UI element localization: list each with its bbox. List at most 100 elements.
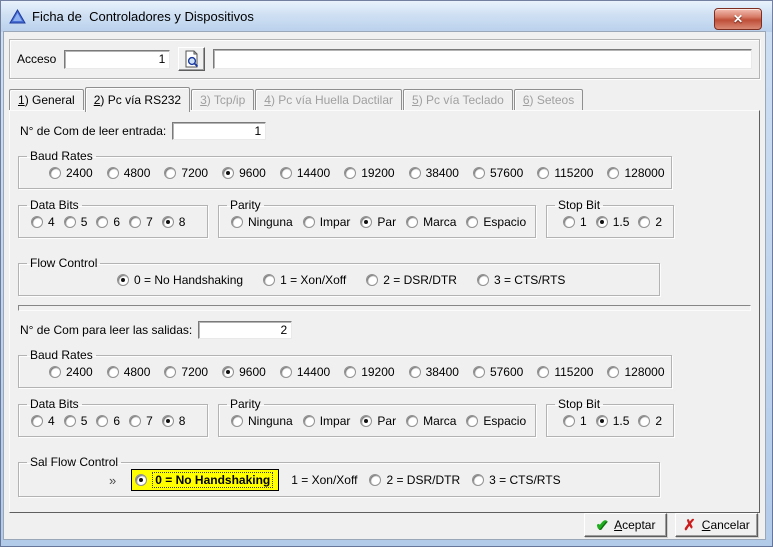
radio-1-5[interactable]: 1.5: [596, 215, 630, 229]
radio-14400[interactable]: 14400: [280, 166, 330, 180]
radio-2-dsr-dtr[interactable]: 2 = DSR/DTR: [366, 273, 457, 287]
radio-circle: [344, 167, 356, 179]
radio-label: 14400: [297, 365, 330, 379]
radio-4800[interactable]: 4800: [107, 166, 151, 180]
radio-2[interactable]: 2: [638, 215, 662, 229]
aceptar-button[interactable]: ✔ Aceptar: [584, 513, 667, 537]
dialog-client-area: Acceso 1) General2) Pc vía RS2323) Tcp/i…: [4, 32, 765, 539]
com-entrada-row: N° de Com de leer entrada:: [20, 122, 751, 140]
radio-9600[interactable]: 9600: [222, 166, 266, 180]
radio-2400[interactable]: 2400: [49, 166, 93, 180]
radio-38400[interactable]: 38400: [409, 166, 459, 180]
radio-par[interactable]: Par: [360, 215, 396, 229]
radio-7[interactable]: 7: [129, 414, 153, 428]
radio-label: Espacio: [483, 215, 526, 229]
stop-bit-group-salidas: Stop Bit 11.52: [546, 397, 674, 437]
radio-impar[interactable]: Impar: [303, 414, 351, 428]
radio-5[interactable]: 5: [64, 414, 88, 428]
radio-0-no-handshaking[interactable]: 0 = No Handshaking: [131, 469, 279, 491]
radio-circle: [303, 415, 315, 427]
radio-circle: [31, 415, 43, 427]
radio-2400[interactable]: 2400: [49, 365, 93, 379]
radio-label: 3 = CTS/RTS: [489, 473, 560, 487]
radio-impar[interactable]: Impar: [303, 215, 351, 229]
radio-1[interactable]: 1: [563, 414, 587, 428]
radio-ninguna[interactable]: Ninguna: [231, 215, 293, 229]
radio-circle: [222, 167, 234, 179]
close-button[interactable]: ✕: [714, 8, 762, 30]
radio-128000[interactable]: 128000: [607, 166, 664, 180]
radio-0-no-handshaking[interactable]: 0 = No Handshaking: [117, 273, 243, 287]
radio-115200[interactable]: 115200: [537, 365, 593, 379]
radio-5[interactable]: 5: [64, 215, 88, 229]
radio-label: 0 = No Handshaking: [134, 273, 243, 287]
radio-circle: [409, 167, 421, 179]
parity-legend: Parity: [227, 198, 264, 212]
radio-19200[interactable]: 19200: [344, 166, 394, 180]
line-settings-row-salidas: Data Bits 45678 Parity NingunaImparParMa…: [18, 397, 751, 446]
description-field[interactable]: [213, 49, 752, 69]
radio-57600[interactable]: 57600: [473, 166, 523, 180]
radio-label: 1: [580, 215, 587, 229]
tab-1-general[interactable]: 1) General: [9, 89, 84, 110]
radio-4800[interactable]: 4800: [107, 365, 151, 379]
radio-8[interactable]: 8: [162, 414, 186, 428]
radio-115200[interactable]: 115200: [537, 166, 593, 180]
radio-label: 19200: [361, 166, 394, 180]
radio-label: 19200: [361, 365, 394, 379]
acceso-input[interactable]: [64, 50, 170, 69]
radio-7[interactable]: 7: [129, 215, 153, 229]
radio-circle: [406, 216, 418, 228]
cancelar-button[interactable]: ✗ Cancelar: [675, 513, 758, 537]
radio-128000[interactable]: 128000: [607, 365, 664, 379]
tab-2-pc-v-a-rs232[interactable]: 2) Pc vía RS232: [85, 87, 190, 112]
radio-3-cts-rts[interactable]: 3 = CTS/RTS: [472, 473, 560, 487]
radio-circle: [466, 216, 478, 228]
radio-1-xon-xoff[interactable]: 1 = Xon/Xoff: [291, 473, 357, 487]
radio-3-cts-rts[interactable]: 3 = CTS/RTS: [477, 273, 565, 287]
radio-9600[interactable]: 9600: [222, 365, 266, 379]
com-salidas-input[interactable]: [198, 321, 292, 339]
radio-7200[interactable]: 7200: [164, 365, 208, 379]
radio-1-xon-xoff[interactable]: 1 = Xon/Xoff: [263, 273, 346, 287]
radio-label: 1: [580, 414, 587, 428]
radio-19200[interactable]: 19200: [344, 365, 394, 379]
radio-4[interactable]: 4: [31, 414, 55, 428]
radio-circle: [49, 366, 61, 378]
radio-circle: [369, 474, 381, 486]
radio-espacio[interactable]: Espacio: [466, 414, 526, 428]
radio-circle: [596, 216, 608, 228]
radio-7200[interactable]: 7200: [164, 166, 208, 180]
radio-label: 4800: [124, 365, 151, 379]
radio-38400[interactable]: 38400: [409, 365, 459, 379]
radio-espacio[interactable]: Espacio: [466, 215, 526, 229]
radio-label: 2400: [66, 365, 93, 379]
line-settings-row-entrada: Data Bits 45678 Parity NingunaImparParMa…: [18, 198, 751, 247]
stop-bit-radios: 11.52: [553, 212, 667, 232]
radio-1[interactable]: 1: [563, 215, 587, 229]
radio-1-5[interactable]: 1.5: [596, 414, 630, 428]
radio-circle: [117, 274, 129, 286]
radio-6[interactable]: 6: [96, 215, 120, 229]
radio-label: Espacio: [483, 414, 526, 428]
radio-ninguna[interactable]: Ninguna: [231, 414, 293, 428]
radio-2-dsr-dtr[interactable]: 2 = DSR/DTR: [369, 473, 460, 487]
radio-circle: [135, 474, 147, 486]
radio-8[interactable]: 8: [162, 215, 186, 229]
lookup-button[interactable]: [178, 47, 205, 71]
radio-circle: [263, 274, 275, 286]
radio-2[interactable]: 2: [638, 414, 662, 428]
com-entrada-input[interactable]: [172, 122, 266, 140]
radio-circle: [280, 366, 292, 378]
radio-label: 2 = DSR/DTR: [383, 273, 457, 287]
data-bits-legend: Data Bits: [27, 397, 82, 411]
radio-label: Marca: [423, 414, 456, 428]
radio-marca[interactable]: Marca: [406, 215, 456, 229]
radio-4[interactable]: 4: [31, 215, 55, 229]
radio-57600[interactable]: 57600: [473, 365, 523, 379]
radio-marca[interactable]: Marca: [406, 414, 456, 428]
radio-6[interactable]: 6: [96, 414, 120, 428]
radio-par[interactable]: Par: [360, 414, 396, 428]
radio-14400[interactable]: 14400: [280, 365, 330, 379]
radio-label: 115200: [554, 365, 593, 379]
